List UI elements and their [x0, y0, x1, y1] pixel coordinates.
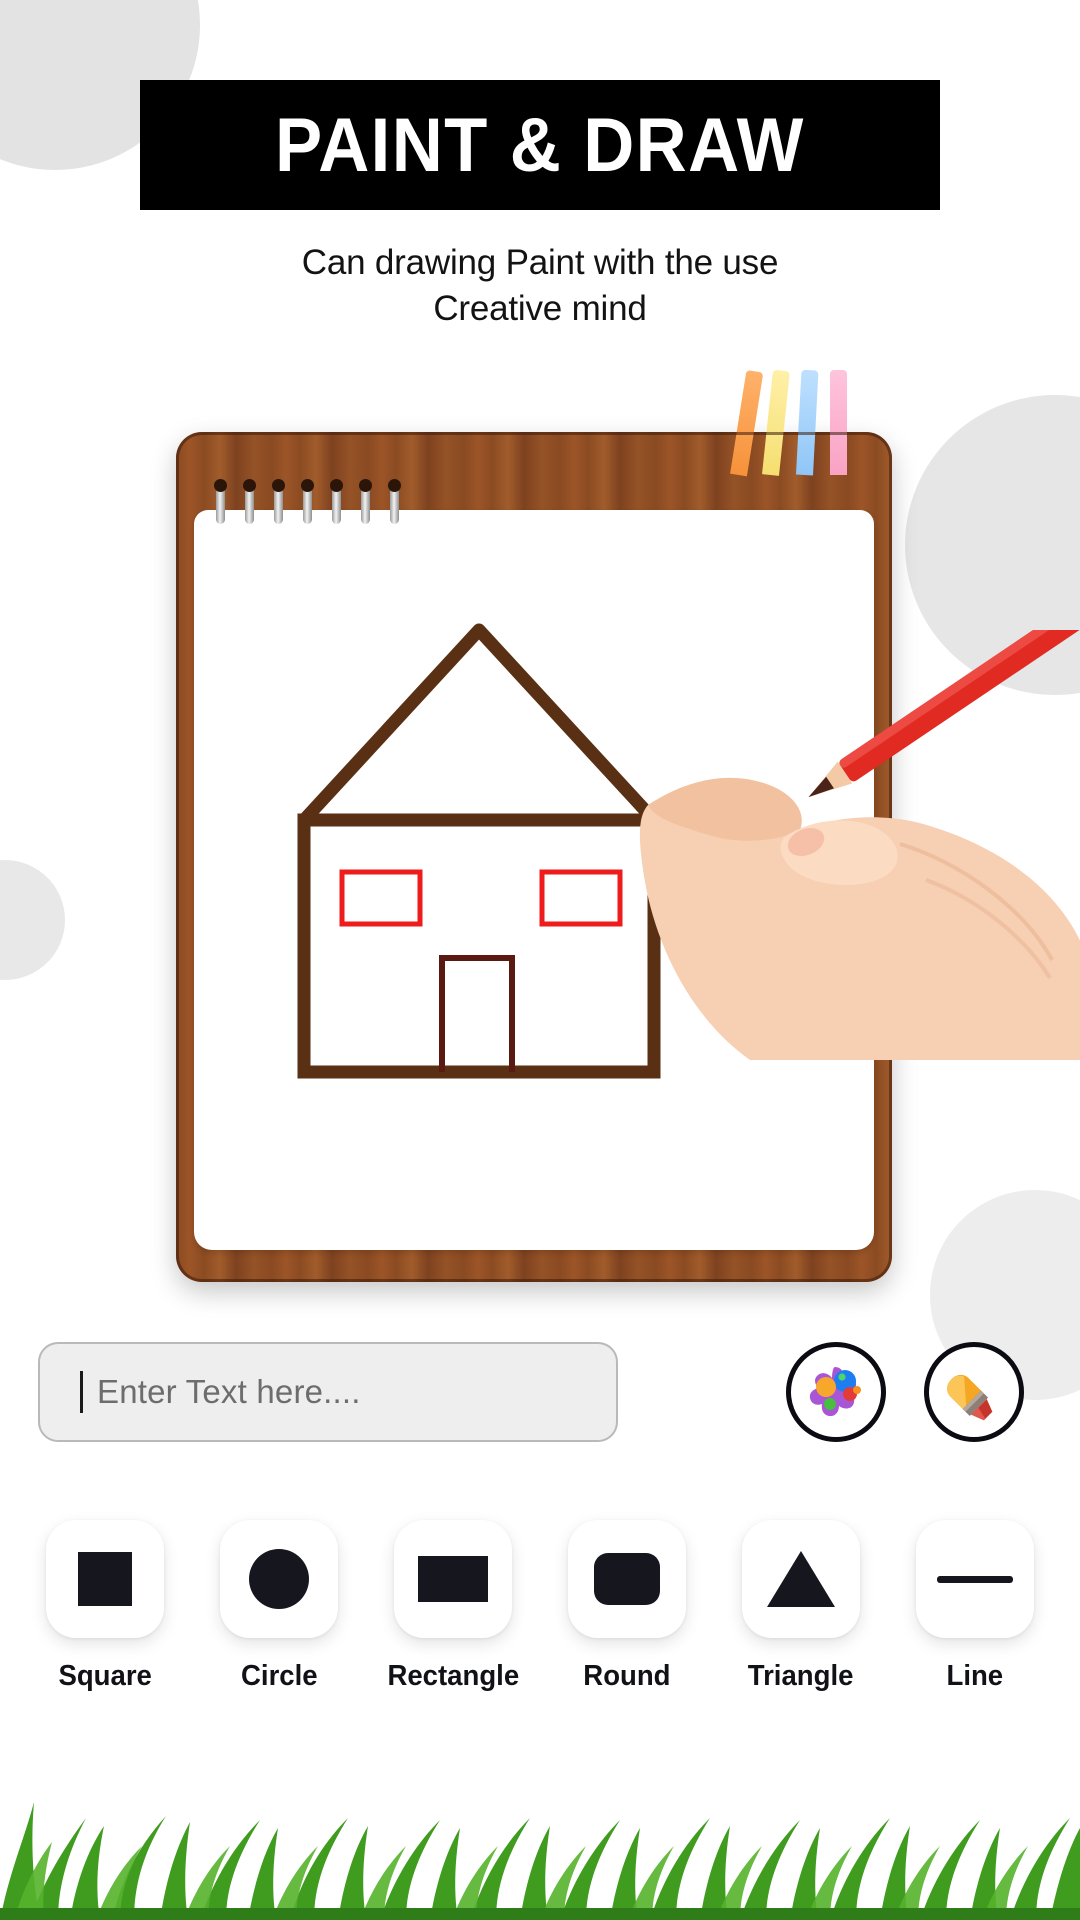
- triangle-icon: [767, 1551, 835, 1607]
- shape-tool-list: Square Circle Rectangle Round Triangle L…: [0, 1520, 1080, 1710]
- input-toolbar: Enter Text here....: [0, 1342, 1080, 1450]
- shape-label: Square: [58, 1660, 152, 1692]
- pencil-blue-icon: [796, 369, 819, 476]
- shape-label: Rectangle: [387, 1660, 519, 1692]
- colored-pencils: [716, 369, 886, 480]
- pencil-orange-icon: [730, 369, 764, 477]
- palette-icon: [809, 1367, 861, 1417]
- text-input-placeholder: Enter Text here....: [97, 1373, 361, 1410]
- spiral-binding: [214, 479, 406, 528]
- palette-button[interactable]: [786, 1342, 886, 1442]
- app-root: PAINT & DRAW Can drawing Paint with the …: [0, 0, 1080, 1920]
- pencil-pink-icon: [830, 370, 847, 475]
- rounded-rectangle-icon: [594, 1553, 660, 1605]
- shape-tool-round[interactable]: Round: [556, 1520, 698, 1710]
- shape-tool-square[interactable]: Square: [34, 1520, 176, 1710]
- line-icon: [937, 1575, 1013, 1583]
- grass-decoration: [0, 1802, 1080, 1920]
- shape-label: Circle: [240, 1660, 318, 1692]
- pencil-yellow-icon: [762, 369, 790, 476]
- square-icon: [78, 1552, 132, 1606]
- page-title: PAINT & DRAW: [275, 102, 805, 188]
- title-banner: PAINT & DRAW: [140, 80, 940, 210]
- shape-label: Round: [583, 1660, 671, 1692]
- shape-label: Triangle: [748, 1660, 854, 1692]
- rectangle-icon: [418, 1556, 488, 1602]
- text-caret: [80, 1371, 83, 1413]
- hand-with-pencil: [600, 595, 1080, 1060]
- brush-button[interactable]: [924, 1342, 1024, 1442]
- shape-tool-rectangle[interactable]: Rectangle: [382, 1520, 524, 1710]
- text-input[interactable]: Enter Text here....: [38, 1342, 618, 1442]
- shape-tool-line[interactable]: Line: [904, 1520, 1046, 1710]
- shape-label: Line: [946, 1660, 1004, 1692]
- subtitle: Can drawing Paint with the use Creative …: [0, 240, 1080, 332]
- background-circle: [0, 860, 65, 980]
- subtitle-line-1: Can drawing Paint with the use: [301, 243, 779, 282]
- shape-tool-circle[interactable]: Circle: [208, 1520, 350, 1710]
- shape-tool-triangle[interactable]: Triangle: [730, 1520, 872, 1710]
- subtitle-line-2: Creative mind: [433, 289, 647, 329]
- paintbrush-icon: [947, 1374, 993, 1421]
- circle-icon: [249, 1549, 309, 1609]
